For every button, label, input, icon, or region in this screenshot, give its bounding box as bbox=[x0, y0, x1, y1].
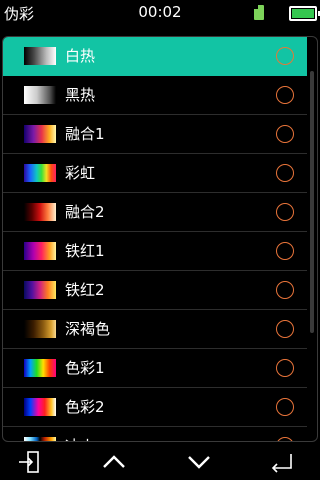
scroll-up-button[interactable] bbox=[94, 450, 134, 476]
palette-swatch bbox=[24, 47, 56, 65]
palette-radio[interactable] bbox=[276, 203, 294, 221]
palette-item-color1[interactable]: 色彩1 bbox=[3, 349, 307, 388]
palette-item-ironred1[interactable]: 铁红1 bbox=[3, 232, 307, 271]
back-icon bbox=[271, 454, 292, 473]
palette-item-fusion2[interactable]: 融合2 bbox=[3, 193, 307, 232]
palette-item-label: 彩虹 bbox=[65, 164, 96, 182]
palette-item-label: 白热 bbox=[65, 47, 96, 65]
palette-item-ironred2[interactable]: 铁红2 bbox=[3, 271, 307, 310]
palette-item-label: 深褐色 bbox=[65, 320, 111, 338]
exit-icon bbox=[19, 451, 39, 473]
bottom-nav bbox=[0, 446, 320, 480]
palette-item-rainbow[interactable]: 彩虹 bbox=[3, 154, 307, 193]
palette-swatch bbox=[24, 164, 56, 182]
scroll-down-button[interactable] bbox=[179, 450, 219, 476]
palette-item-icefire[interactable]: 冰火 bbox=[3, 427, 307, 441]
palette-swatch bbox=[24, 125, 56, 143]
palette-swatch bbox=[24, 86, 56, 104]
exit-button[interactable] bbox=[10, 450, 50, 476]
scrollbar[interactable] bbox=[310, 71, 314, 333]
palette-swatch bbox=[24, 359, 56, 377]
palette-item-sepia[interactable]: 深褐色 bbox=[3, 310, 307, 349]
palette-radio[interactable] bbox=[276, 320, 294, 338]
status-bar: 伪彩 00:02 bbox=[0, 0, 320, 26]
palette-radio[interactable] bbox=[276, 359, 294, 377]
palette-swatch bbox=[24, 437, 56, 441]
palette-item-label: 色彩1 bbox=[65, 359, 105, 377]
palette-swatch bbox=[24, 320, 56, 338]
palette-radio[interactable] bbox=[276, 164, 294, 182]
palette-item-white-hot[interactable]: 白热 bbox=[3, 37, 307, 76]
back-button[interactable] bbox=[262, 450, 302, 476]
palette-list: 白热黑热融合1 彩虹融合2 铁红1 铁红2 深褐色色彩1 色彩2 冰火 bbox=[3, 37, 307, 441]
palette-radio[interactable] bbox=[276, 398, 294, 416]
palette-swatch bbox=[24, 281, 56, 299]
palette-item-label: 铁红2 bbox=[65, 281, 105, 299]
palette-radio[interactable] bbox=[276, 437, 294, 441]
palette-item-label: 黑热 bbox=[65, 86, 96, 104]
chevron-up-icon bbox=[103, 455, 125, 468]
palette-radio[interactable] bbox=[276, 86, 294, 104]
palette-radio[interactable] bbox=[276, 47, 294, 65]
palette-list-panel: 白热黑热融合1 彩虹融合2 铁红1 铁红2 深褐色色彩1 色彩2 冰火 bbox=[2, 36, 318, 442]
palette-item-label: 融合1 bbox=[65, 125, 105, 143]
palette-item-black-hot[interactable]: 黑热 bbox=[3, 76, 307, 115]
palette-swatch bbox=[24, 242, 56, 260]
chevron-down-icon bbox=[188, 456, 210, 469]
palette-item-label: 冰火 bbox=[65, 436, 95, 441]
palette-radio[interactable] bbox=[276, 242, 294, 260]
clock: 00:02 bbox=[138, 3, 182, 21]
palette-item-label: 色彩2 bbox=[65, 398, 105, 416]
palette-item-label: 融合2 bbox=[65, 203, 105, 221]
palette-item-color2[interactable]: 色彩2 bbox=[3, 388, 307, 427]
palette-swatch bbox=[24, 398, 56, 416]
palette-radio[interactable] bbox=[276, 125, 294, 143]
palette-item-label: 铁红1 bbox=[65, 242, 105, 260]
sd-card-icon bbox=[254, 5, 264, 20]
battery-icon bbox=[289, 6, 320, 21]
palette-swatch bbox=[24, 203, 56, 221]
palette-radio[interactable] bbox=[276, 281, 294, 299]
palette-item-fusion1[interactable]: 融合1 bbox=[3, 115, 307, 154]
